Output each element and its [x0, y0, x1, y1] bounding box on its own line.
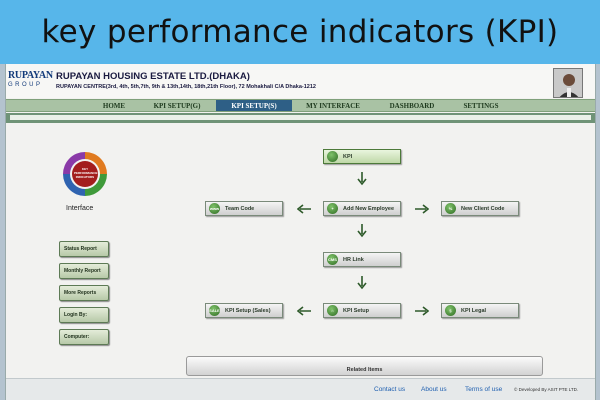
kpi-label: KPI	[343, 153, 353, 160]
status-report-button[interactable]: Status Report	[59, 241, 109, 257]
about-us-link[interactable]: About us	[421, 386, 447, 393]
footer: Contact us About us Terms of use © Devel…	[6, 378, 595, 400]
add-new-employee-button[interactable]: + Add New Employee	[323, 201, 401, 216]
company-name: RUPAYAN HOUSING ESTATE LTD.(DHAKA)	[56, 71, 250, 82]
header: RUPAYAN GROUP RUPAYAN HOUSING ESTATE LTD…	[6, 64, 595, 98]
arrow-right-icon	[415, 306, 429, 316]
nav-settings[interactable]: SETTINGS	[456, 100, 506, 111]
house-icon: ⌂	[327, 305, 338, 316]
terms-of-use-link[interactable]: Terms of use	[465, 386, 502, 393]
kpi-cycle-logo: KEY PERFORMANCE INDICATORS	[60, 149, 110, 199]
arrow-down-icon	[357, 172, 367, 186]
arrow-left-icon	[297, 204, 311, 214]
percent-icon: %	[445, 203, 456, 214]
sub-bar-inner	[10, 115, 591, 120]
kpi-setup-sales-button[interactable]: SALE KPI Setup (Sales)	[205, 303, 283, 318]
team-code-button[interactable]: www Team Code	[205, 201, 283, 216]
kpi-setup-button[interactable]: ⌂ KPI Setup	[323, 303, 401, 318]
company-logo[interactable]: RUPAYAN GROUP	[8, 70, 54, 94]
team-code-label: Team Code	[225, 205, 255, 212]
main-nav: HOME KPI SETUP(G) KPI SETUP(S) MY INTERF…	[6, 99, 595, 112]
logo-bottom-text: GROUP	[8, 82, 43, 88]
sales-icon: SALE	[209, 305, 220, 316]
person-icon	[554, 69, 582, 97]
logo-top-text: RUPAYAN	[8, 70, 53, 81]
arrow-left-icon	[297, 306, 311, 316]
nav-home[interactable]: HOME	[94, 100, 134, 111]
more-reports-button[interactable]: More Reports	[59, 285, 109, 301]
contact-us-link[interactable]: Contact us	[374, 386, 405, 393]
kpi-icon	[327, 151, 338, 162]
sub-bar	[6, 113, 595, 123]
kpi-legal-label: KPI Legal	[461, 307, 487, 314]
banner-title: key performance indicators (KPI)	[41, 14, 559, 50]
hr-icon: CMS	[327, 254, 338, 265]
legal-icon: §	[445, 305, 456, 316]
kpi-logo-text: KEY PERFORMANCE INDICATORS	[74, 167, 98, 179]
add-user-icon: +	[327, 203, 338, 214]
kpi-button[interactable]: KPI	[323, 149, 401, 164]
nav-my-interface[interactable]: MY INTERFACE	[300, 100, 366, 111]
company-address: RUPAYAN CENTRE(3rd, 4th, 5th,7th, 9th & …	[56, 84, 316, 90]
nav-kpi-setup-g[interactable]: KPI SETUP(G)	[146, 100, 208, 111]
nav-kpi-setup-s[interactable]: KPI SETUP(S)	[216, 100, 292, 111]
developer-credit: © Developed By ASIT PTE LTD.	[514, 387, 579, 392]
related-items-panel[interactable]: Related Items	[186, 356, 543, 376]
login-by-field[interactable]: Login By:	[59, 307, 109, 323]
hr-link-button[interactable]: CMS HR Link	[323, 252, 401, 267]
new-client-code-button[interactable]: % New Client Code	[441, 201, 519, 216]
nav-dashboard[interactable]: DASHBOARD	[384, 100, 440, 111]
top-banner: key performance indicators (KPI)	[0, 0, 600, 64]
computer-field[interactable]: Computer:	[59, 329, 109, 345]
interface-label: Interface	[66, 205, 94, 212]
app-window: RUPAYAN GROUP RUPAYAN HOUSING ESTATE LTD…	[5, 64, 596, 400]
new-client-label: New Client Code	[461, 205, 505, 212]
user-avatar[interactable]	[553, 68, 583, 98]
kpi-setup-sales-label: KPI Setup (Sales)	[225, 307, 271, 314]
kpi-setup-label: KPI Setup	[343, 307, 369, 314]
arrow-down-icon	[357, 224, 367, 238]
monthly-report-button[interactable]: Monthly Report	[59, 263, 109, 279]
hr-link-label: HR Link	[343, 256, 364, 263]
arrow-right-icon	[415, 204, 429, 214]
add-employee-label: Add New Employee	[343, 205, 395, 212]
www-icon: www	[209, 203, 220, 214]
kpi-legal-button[interactable]: § KPI Legal	[441, 303, 519, 318]
arrow-down-icon	[357, 276, 367, 290]
